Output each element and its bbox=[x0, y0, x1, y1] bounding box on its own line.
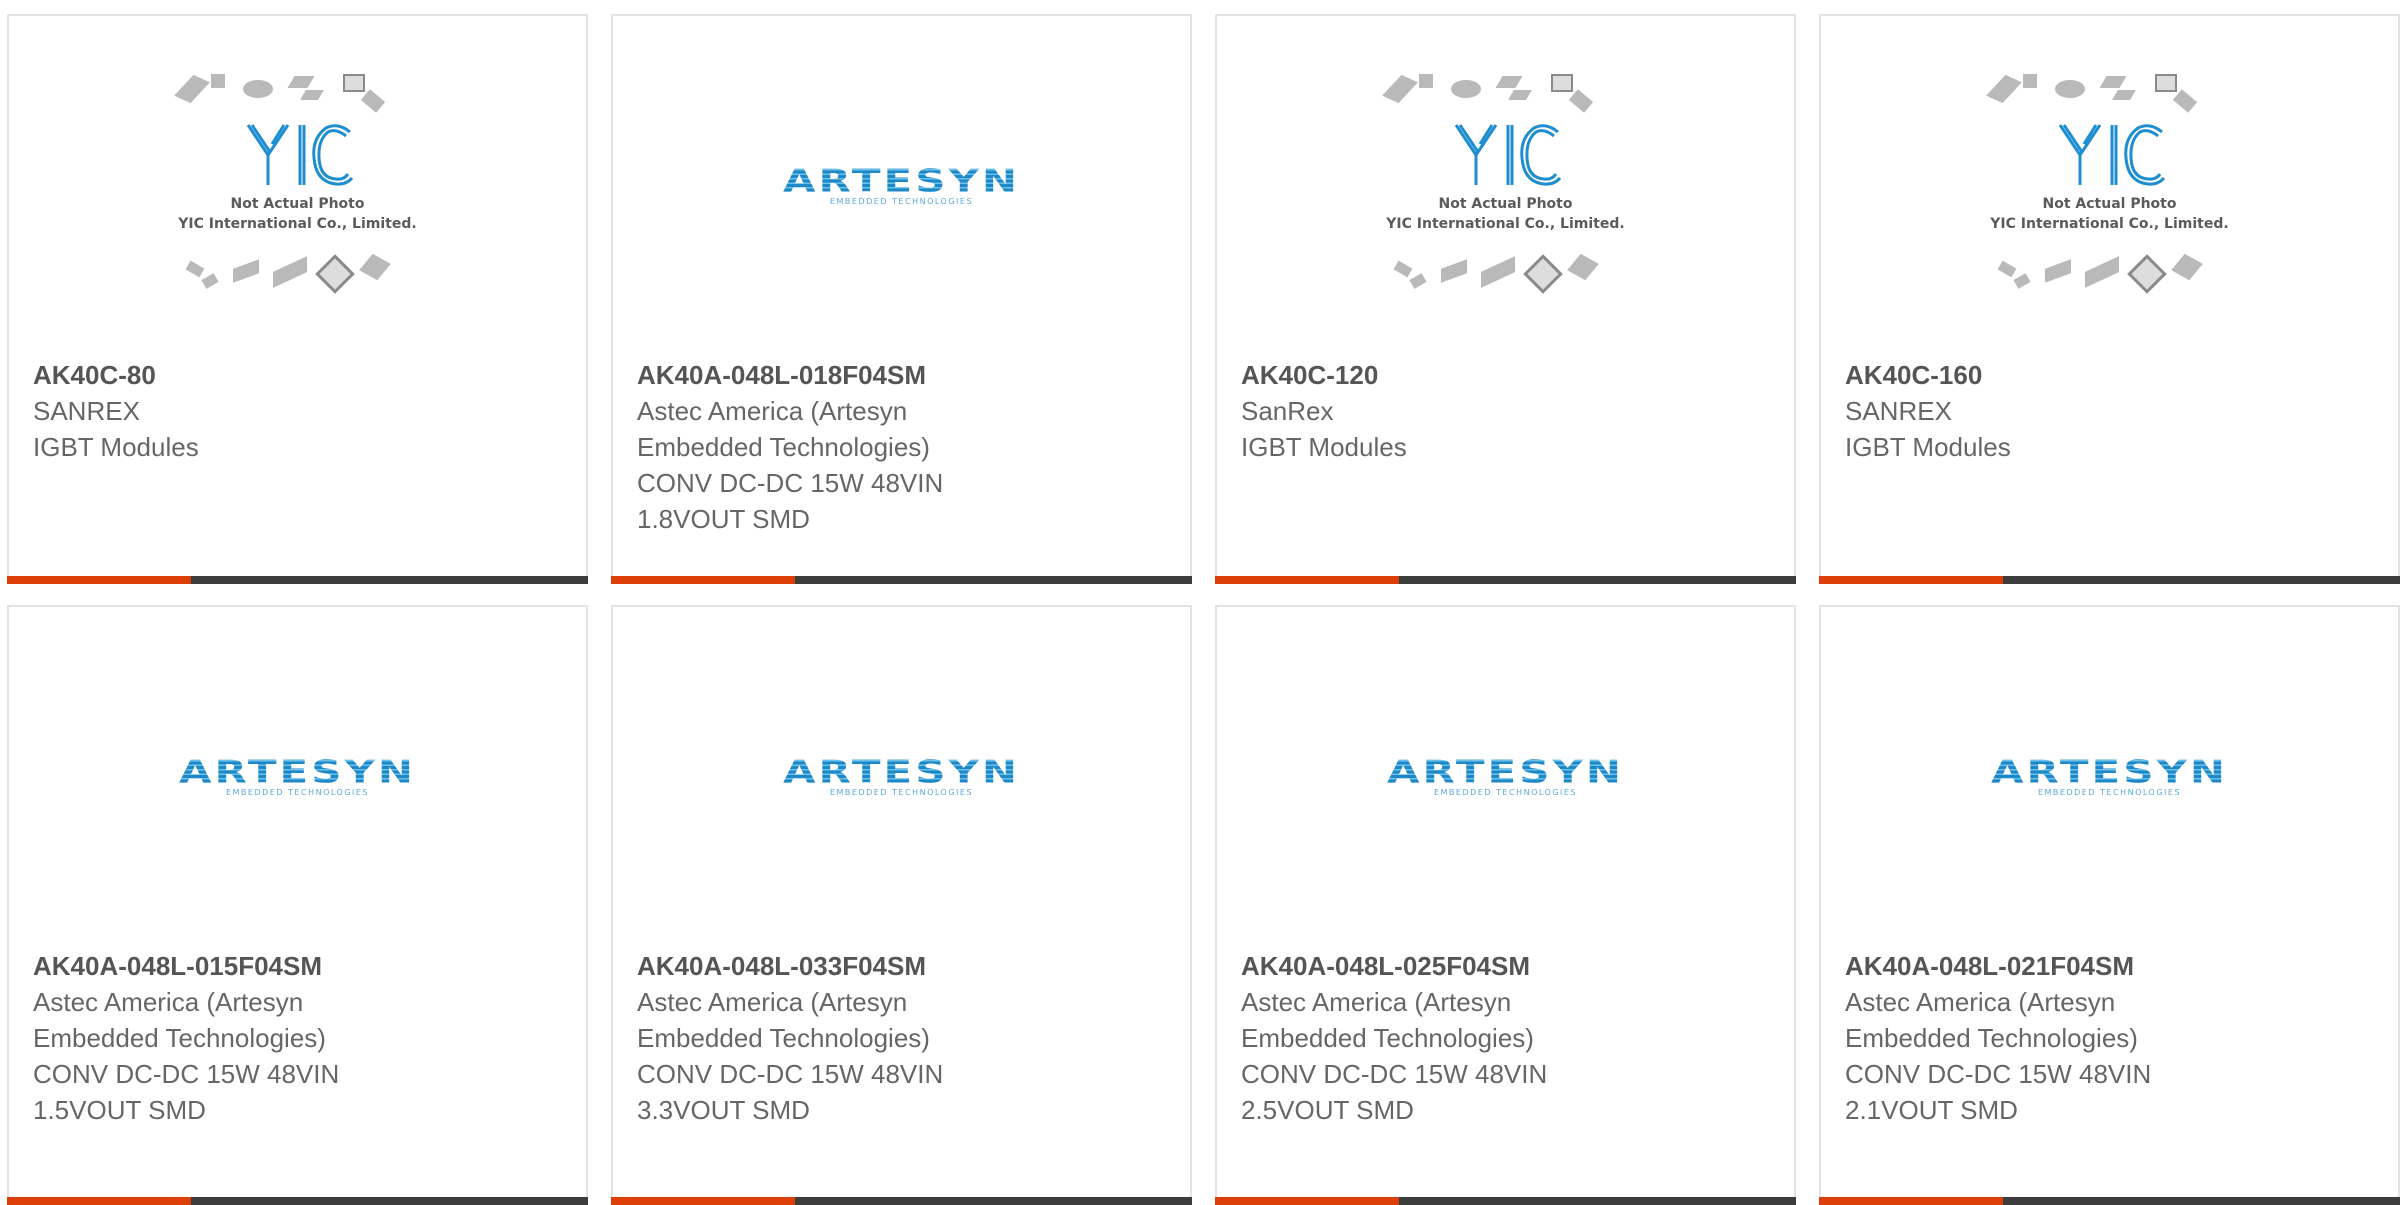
card-bottom-bar bbox=[611, 1197, 1192, 1205]
product-info: AK40A-048L-025F04SM Astec America (Artesy… bbox=[1241, 948, 1774, 1128]
product-description-line: 3.3VOUT SMD bbox=[637, 1095, 810, 1125]
manufacturer-name: SANREX bbox=[33, 396, 140, 426]
artesyn-logo-word: ARTESYN bbox=[782, 753, 1021, 790]
manufacturer-name: Astec America (Artesyn bbox=[1845, 987, 2116, 1017]
part-number-link[interactable]: AK40A-048L-015F04SM bbox=[33, 948, 566, 984]
part-number-link[interactable]: AK40C-80 bbox=[33, 357, 566, 393]
manufacturer-name: SanRex bbox=[1241, 396, 1334, 426]
card-bottom-bar bbox=[611, 576, 1192, 584]
product-info: AK40C-120 SanRex IGBT Modules bbox=[1241, 357, 1774, 465]
placeholder-caption: Not Actual Photo YIC International Co., … bbox=[1386, 195, 1625, 232]
artesyn-logo: ARTESYN EMBEDDED TECHNOLOGIES bbox=[783, 752, 1020, 797]
artesyn-logo-word: ARTESYN bbox=[1386, 753, 1625, 790]
placeholder-caption: Not Actual Photo YIC International Co., … bbox=[1990, 195, 2229, 232]
product-description-line: IGBT Modules bbox=[1845, 432, 2011, 462]
not-actual-photo-image: Not Actual Photo YIC International Co., … bbox=[163, 64, 433, 304]
product-description-line: Embedded Technologies) bbox=[637, 432, 930, 462]
product-description-line: 1.8VOUT SMD bbox=[637, 504, 810, 534]
product-description-line: CONV DC-DC 15W 48VIN bbox=[33, 1059, 340, 1089]
card-accent-bar bbox=[611, 1197, 795, 1205]
card-bottom-bar bbox=[1819, 576, 2400, 584]
product-description-line: Embedded Technologies) bbox=[1845, 1023, 2138, 1053]
product-info: AK40A-048L-018F04SM Astec America (Artesy… bbox=[637, 357, 1170, 537]
product-thumbnail[interactable]: Not Actual Photo YIC International Co., … bbox=[9, 16, 586, 351]
not-actual-photo-image: Not Actual Photo YIC International Co., … bbox=[1371, 64, 1641, 304]
not-actual-photo-image: Not Actual Photo YIC International Co., … bbox=[1975, 64, 2245, 304]
product-thumbnail[interactable]: Not Actual Photo YIC International Co., … bbox=[1821, 16, 2398, 351]
product-info: AK40A-048L-021F04SM Astec America (Artesy… bbox=[1845, 948, 2378, 1128]
product-card[interactable]: ARTESYN EMBEDDED TECHNOLOGIES AK40A-048L… bbox=[611, 14, 1192, 584]
product-info: AK40A-048L-015F04SM Astec America (Artesy… bbox=[33, 948, 566, 1128]
product-description-line: Embedded Technologies) bbox=[637, 1023, 930, 1053]
artesyn-logo: ARTESYN EMBEDDED TECHNOLOGIES bbox=[783, 161, 1020, 206]
product-thumbnail[interactable]: Not Actual Photo YIC International Co., … bbox=[1217, 16, 1794, 351]
card-accent-bar bbox=[611, 576, 795, 584]
product-description-line: CONV DC-DC 15W 48VIN bbox=[637, 1059, 944, 1089]
manufacturer-name: Astec America (Artesyn bbox=[637, 987, 908, 1017]
part-number-link[interactable]: AK40A-048L-018F04SM bbox=[637, 357, 1170, 393]
card-bottom-bar bbox=[7, 1197, 588, 1205]
part-number-link[interactable]: AK40A-048L-021F04SM bbox=[1845, 948, 2378, 984]
manufacturer-name: Astec America (Artesyn bbox=[33, 987, 304, 1017]
card-bottom-bar bbox=[7, 576, 588, 584]
artesyn-logo-word: ARTESYN bbox=[178, 753, 417, 790]
product-info: AK40C-160 SANREX IGBT Modules bbox=[1845, 357, 2378, 465]
card-accent-bar bbox=[7, 576, 191, 584]
artesyn-logo: ARTESYN EMBEDDED TECHNOLOGIES bbox=[1387, 752, 1624, 797]
card-accent-bar bbox=[7, 1197, 191, 1205]
product-info: AK40C-80 SANREX IGBT Modules bbox=[33, 357, 566, 465]
product-card[interactable]: Not Actual Photo YIC International Co., … bbox=[1215, 14, 1796, 584]
product-thumbnail[interactable]: ARTESYN EMBEDDED TECHNOLOGIES bbox=[1821, 607, 2398, 942]
artesyn-logo: ARTESYN EMBEDDED TECHNOLOGIES bbox=[179, 752, 416, 797]
product-thumbnail[interactable]: ARTESYN EMBEDDED TECHNOLOGIES bbox=[613, 607, 1190, 942]
product-card[interactable]: Not Actual Photo YIC International Co., … bbox=[7, 14, 588, 584]
product-description-line: CONV DC-DC 15W 48VIN bbox=[637, 468, 944, 498]
yic-logo bbox=[1371, 120, 1641, 195]
product-description-line: Embedded Technologies) bbox=[33, 1023, 326, 1053]
card-bottom-bar bbox=[1819, 1197, 2400, 1205]
product-description-line: CONV DC-DC 15W 48VIN bbox=[1241, 1059, 1548, 1089]
card-bottom-bar bbox=[1215, 1197, 1796, 1205]
card-bottom-bar bbox=[1215, 576, 1796, 584]
product-card[interactable]: ARTESYN EMBEDDED TECHNOLOGIES AK40A-048L… bbox=[1819, 605, 2400, 1205]
product-description-line: 1.5VOUT SMD bbox=[33, 1095, 206, 1125]
product-thumbnail[interactable]: ARTESYN EMBEDDED TECHNOLOGIES bbox=[613, 16, 1190, 351]
product-description-line: Embedded Technologies) bbox=[1241, 1023, 1534, 1053]
product-thumbnail[interactable]: ARTESYN EMBEDDED TECHNOLOGIES bbox=[9, 607, 586, 942]
manufacturer-name: Astec America (Artesyn bbox=[1241, 987, 1512, 1017]
card-accent-bar bbox=[1819, 1197, 2003, 1205]
product-info: AK40A-048L-033F04SM Astec America (Artesy… bbox=[637, 948, 1170, 1128]
product-description-line: CONV DC-DC 15W 48VIN bbox=[1845, 1059, 2152, 1089]
product-description-line: IGBT Modules bbox=[33, 432, 199, 462]
part-number-link[interactable]: AK40A-048L-033F04SM bbox=[637, 948, 1170, 984]
artesyn-logo-word: ARTESYN bbox=[1990, 753, 2229, 790]
product-description-line: 2.1VOUT SMD bbox=[1845, 1095, 2018, 1125]
product-thumbnail[interactable]: ARTESYN EMBEDDED TECHNOLOGIES bbox=[1217, 607, 1794, 942]
yic-logo bbox=[163, 120, 433, 195]
manufacturer-name: SANREX bbox=[1845, 396, 1952, 426]
part-number-link[interactable]: AK40C-160 bbox=[1845, 357, 2378, 393]
yic-logo bbox=[1975, 120, 2245, 195]
part-number-link[interactable]: AK40A-048L-025F04SM bbox=[1241, 948, 1774, 984]
artesyn-logo-word: ARTESYN bbox=[782, 162, 1021, 199]
product-card[interactable]: ARTESYN EMBEDDED TECHNOLOGIES AK40A-048L… bbox=[7, 605, 588, 1205]
card-accent-bar bbox=[1215, 576, 1399, 584]
product-description-line: 2.5VOUT SMD bbox=[1241, 1095, 1414, 1125]
card-accent-bar bbox=[1819, 576, 2003, 584]
placeholder-caption: Not Actual Photo YIC International Co., … bbox=[178, 195, 417, 232]
part-number-link[interactable]: AK40C-120 bbox=[1241, 357, 1774, 393]
artesyn-logo: ARTESYN EMBEDDED TECHNOLOGIES bbox=[1991, 752, 2228, 797]
product-card[interactable]: Not Actual Photo YIC International Co., … bbox=[1819, 14, 2400, 584]
card-accent-bar bbox=[1215, 1197, 1399, 1205]
product-card[interactable]: ARTESYN EMBEDDED TECHNOLOGIES AK40A-048L… bbox=[611, 605, 1192, 1205]
product-card[interactable]: ARTESYN EMBEDDED TECHNOLOGIES AK40A-048L… bbox=[1215, 605, 1796, 1205]
product-grid: Not Actual Photo YIC International Co., … bbox=[7, 14, 2400, 1205]
manufacturer-name: Astec America (Artesyn bbox=[637, 396, 908, 426]
product-description-line: IGBT Modules bbox=[1241, 432, 1407, 462]
